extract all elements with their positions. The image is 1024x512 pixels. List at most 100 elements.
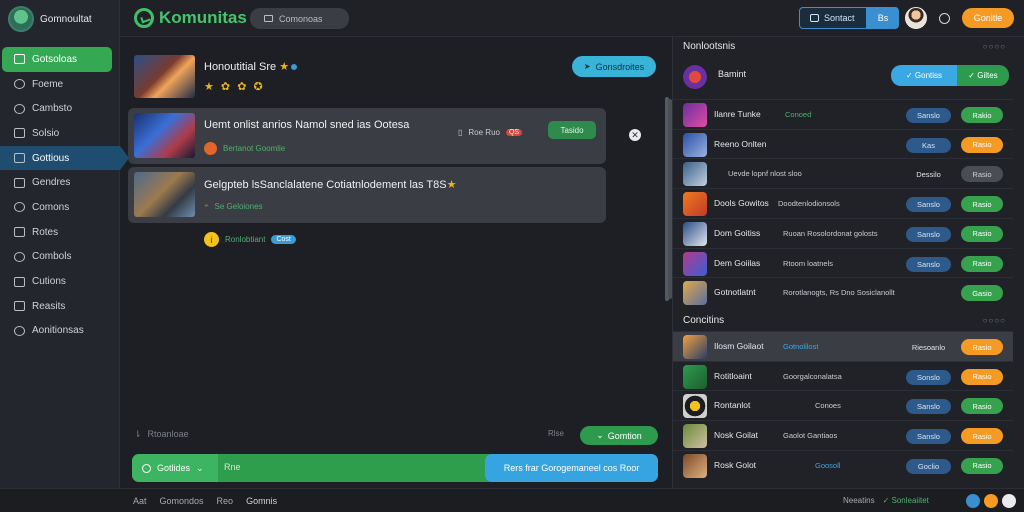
sidebar-item-gottious[interactable]: Gottious [0,145,129,171]
post-card[interactable]: Uemt onlist anrios Namol sned ias Ootesa… [128,108,606,164]
panel-scrollbar[interactable] [668,99,672,299]
member-row[interactable]: Ilosm Goilaot Gotnolilost Riesoanlo Rasio [673,331,1013,361]
member-action-button[interactable]: Rasio [961,136,1003,153]
member-action-button[interactable]: Rasio [961,196,1003,213]
sidebar-item-aonitionsas[interactable]: Aonitionsas [0,319,120,344]
featured-primary-button[interactable]: ✓ Gontiss [891,65,957,86]
sidebar-item-gendres[interactable]: Gendres [0,170,120,195]
member-action-button[interactable]: Rasio [961,398,1003,415]
featured-member-row[interactable]: Bamint ✓ Gontiss ✓ Giltes [673,59,1013,97]
contact-button-group: Sontact Bs [799,7,899,29]
sidebar-item-label: Aonitionsas [32,325,84,337]
red-badge: QS [505,129,523,136]
sidebar-item-comons[interactable]: Comons [0,195,120,220]
post-meta: Bertanot Goomlie [204,142,285,155]
member-subtitle: Rorotlanogts, Rs Dno Sosiclanollt [783,288,895,298]
coin-icon[interactable] [984,494,998,508]
search-input[interactable]: Comonoas [250,8,349,29]
composer-bar[interactable]: Gotlides ⌄ Rne Rers frar Gorogemaneel cos… [132,454,658,482]
member-secondary-button[interactable]: Sonslo [906,369,951,385]
member-action-button[interactable]: Rasio [961,166,1003,183]
member-action-button[interactable]: Rasio [961,225,1003,242]
member-row[interactable]: Gotnotlatnt Rorotlanogts, Rs Dno Sosiclan… [673,277,1013,307]
member-secondary-button[interactable]: Sanslo [906,399,951,415]
member-action-button[interactable]: Rasio [961,339,1003,355]
member-row[interactable]: Rotitloaint Goorgalconalatsa Sonslo Rasio [673,360,1013,391]
member-row[interactable]: Dom Goitiss Ruoan Rosolordonat golosts San… [673,217,1013,248]
app-root: Gomnoultat Gotsoloas Foeme Cambsto Solsi… [0,0,1024,512]
member-secondary-button[interactable]: Goclio [906,458,951,474]
post-card[interactable]: Gelgpteb lsSanclalatene Cotiatnlodement … [128,167,606,223]
calendar-icon [14,276,25,287]
member-action-button[interactable]: Rakio [961,107,1003,123]
orange-action-button[interactable]: Gonitle [962,8,1014,28]
status-ring-icon[interactable] [939,12,950,24]
member-action-button[interactable]: Rasio [961,368,1003,385]
footer-link[interactable]: Reo [217,496,234,506]
member-row[interactable]: Nosk Goilat Gaolot Gantiaos Sanslo Rasio [673,420,1013,450]
member-avatar [683,162,707,187]
panel-controls[interactable]: ○○○○ [983,42,1006,51]
member-row[interactable]: Uevde lopnf nlost sloo Dessilo Rasio [673,158,1013,188]
member-name: Rontanlot [714,400,751,411]
sidebar-item-cutions[interactable]: Cutions [0,269,120,294]
member-secondary-button[interactable]: Sanslo [906,226,951,242]
member-row[interactable]: Rosk Golot Goosoll Goclio Rasio [673,449,1013,480]
member-secondary-button[interactable]: Dessilo [906,167,951,182]
featured-post-thumbnail[interactable] [134,55,195,98]
composer-type-button[interactable]: Gotlides ⌄ [132,454,218,482]
top-actions: Sontact Bs Gonitle [799,7,1014,29]
arrow-icon: ➤ [583,62,591,71]
featured-secondary-button[interactable]: ✓ Giltes [957,65,1009,86]
member-secondary-button[interactable]: Kas [906,137,951,153]
member-secondary-button[interactable]: Sanslo [906,429,951,445]
sidebar-item-gotsoloas[interactable]: Gotsoloas [2,47,112,72]
sidebar-item-combols[interactable]: Combols [0,245,120,270]
footer-link[interactable]: Gomondos [160,496,204,506]
contact-button[interactable]: Sontact [799,7,867,29]
sidebar-item-solsio[interactable]: Solsio [0,121,120,146]
member-name: Ilosm Goilaot [714,341,764,351]
composer-option-dropdown[interactable]: ⌄ Gomtion [580,426,658,445]
featured-button-group: ✓ Gontiss ✓ Giltes [891,65,1009,86]
post-thumbnail [134,172,195,217]
avatar[interactable] [905,7,927,29]
member-subtitle: Conoed [785,110,812,119]
section-controls[interactable]: ○○○○ [983,316,1006,325]
member-action-button[interactable]: Rasio [961,255,1003,272]
member-row[interactable]: Rontanlot Conoes Sanslo Rasio [673,390,1013,420]
right-panel-heading: Nonlootsnis [683,41,736,52]
sidebar-item-foeme[interactable]: Foeme [0,72,120,97]
app-title-text: Komunitas [159,8,247,27]
post-action-button[interactable]: Tasido [548,121,596,139]
member-action-button[interactable]: Gasio [961,285,1003,302]
member-row[interactable]: Dem Goiilas Rtoom loatnels Sanslo Rasio [673,247,1013,278]
sidebar-item-reasits[interactable]: Reasits [0,294,120,319]
member-row[interactable]: Dools Gowitos Doodtenlodionsols Sanslo Rasi… [673,188,1013,218]
info-tag[interactable]: Cost [271,235,296,244]
sidebar-brand[interactable]: Gomnoultat [8,6,92,32]
blue-square-button[interactable]: Bs [867,7,899,29]
member-row[interactable]: Ilanre Tunke Conoed Sanslo Rakio [673,99,1013,129]
member-secondary-button[interactable]: Riesoanlo [906,340,951,355]
help-icon[interactable] [1002,494,1016,508]
footer-link[interactable]: Gomnis [246,496,277,506]
checkmark-icon: ✓ [905,71,915,80]
target-icon [14,251,25,262]
featured-post-action-button[interactable]: ➤ Gonsdroites [572,56,656,77]
sidebar-item-rotes[interactable]: Rotes [0,220,120,245]
member-row[interactable]: Reeno Onlten Kas Rasio [673,128,1013,159]
close-icon[interactable]: ✕ [629,129,641,141]
member-action-button[interactable]: Rasio [961,457,1003,474]
share-icon[interactable] [966,494,980,508]
footer-link[interactable]: Aat [133,496,147,506]
app-title[interactable]: Komunitas [134,8,247,28]
member-secondary-button[interactable]: Sanslo [906,256,951,272]
member-secondary-button[interactable]: Sanslo [906,108,951,123]
composer-submit-button[interactable]: Rers frar Gorogemaneel cos Roor [485,454,658,482]
sidebar-item-cambsto[interactable]: Cambsto [0,96,120,121]
member-secondary-button[interactable]: Sanslo [906,197,951,213]
post-meta-text: Bertanot Goomlie [223,144,286,153]
box-icon [14,227,25,238]
member-action-button[interactable]: Rasio [961,428,1003,445]
